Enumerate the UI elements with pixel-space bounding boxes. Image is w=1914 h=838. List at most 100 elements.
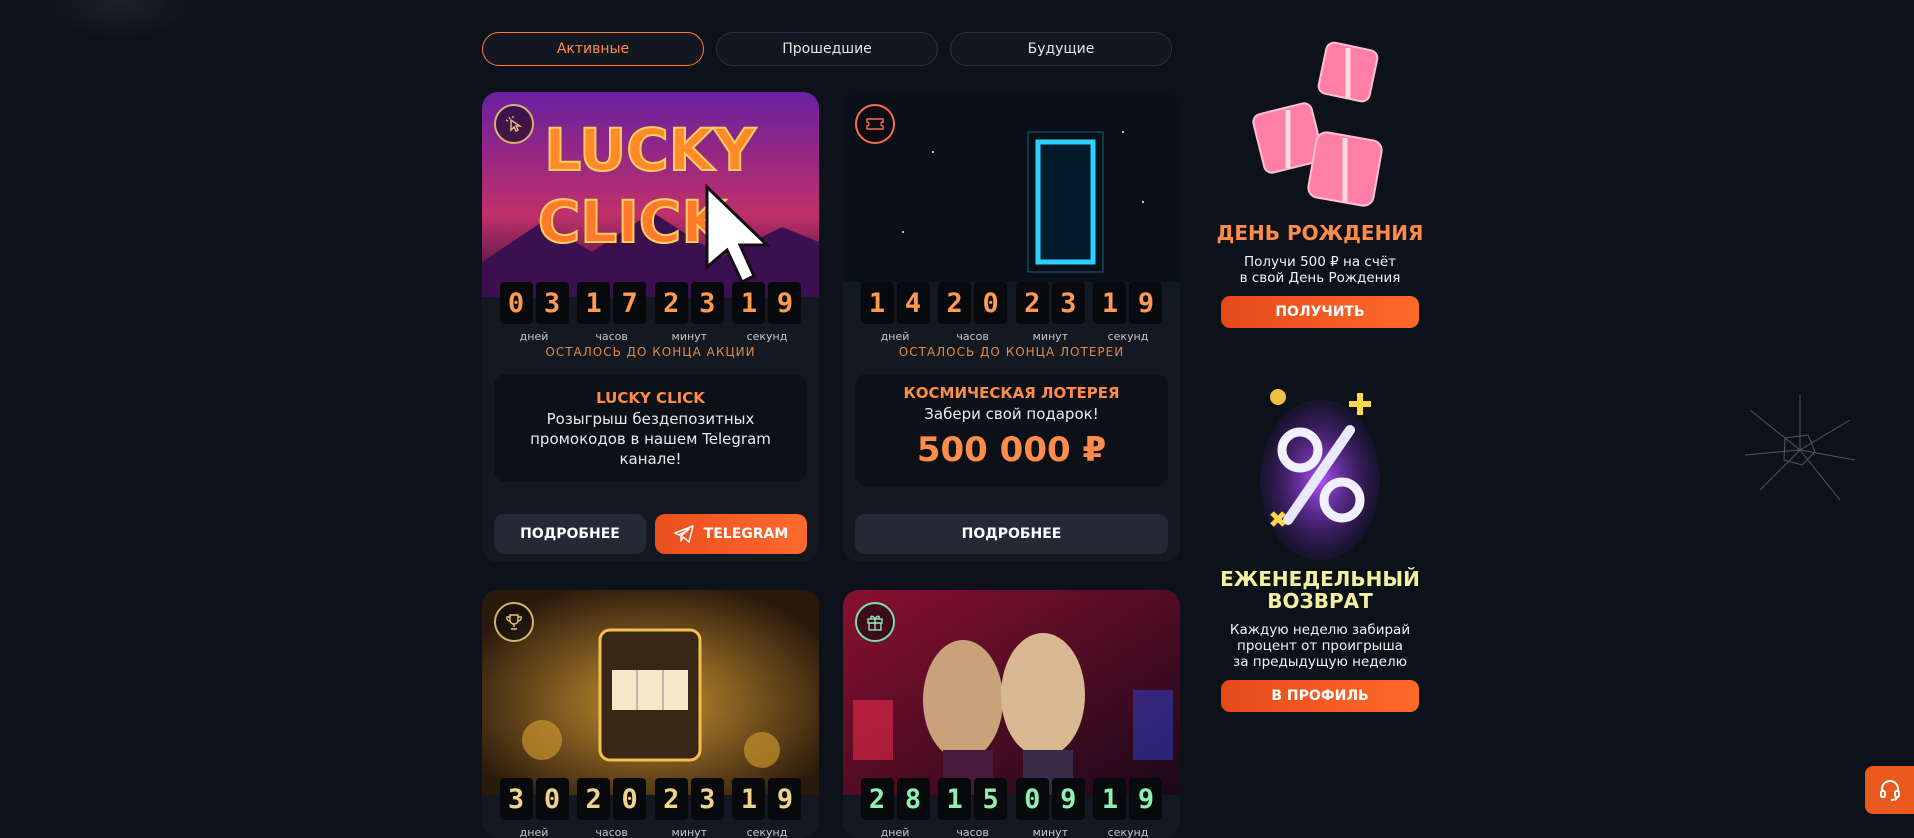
more-button[interactable]: ПОДРОБНЕЕ: [494, 514, 646, 554]
countdown-timer: 30 дней 20 часов 23 минут 19 секунд: [498, 778, 803, 838]
promo-card-llamas: 28 дней 15 часов 09 минут 19 секунд: [843, 590, 1180, 838]
timer-minutes-value-digit: 0: [1015, 778, 1049, 820]
to-profile-button[interactable]: В ПРОФИЛЬ: [1221, 680, 1419, 712]
headset-icon: [1879, 780, 1900, 801]
telegram-button-label: TELEGRAM: [703, 526, 789, 542]
timer-seconds: 19 секунд: [731, 282, 803, 343]
timer-hours-value-digit: 2: [938, 282, 972, 324]
promo-card-cosmic-lottery: 14 дней 20 часов 23 минут 19 секунд ОСТА…: [843, 92, 1180, 562]
timer-seconds-value-digit: 1: [732, 282, 766, 324]
pointer-click-icon: [494, 104, 534, 144]
timer-days-label: дней: [880, 330, 910, 343]
birthday-description: Получи 500 ₽ на счёт в свой День Рождени…: [1210, 254, 1430, 286]
timer-minutes-value-digit: 3: [690, 778, 724, 820]
percent-cashback-image: [1260, 389, 1380, 560]
timer-days: 30 дней: [498, 778, 570, 838]
timer-hours: 20 часов: [937, 282, 1009, 343]
timer-days-value-digit: 3: [499, 778, 533, 820]
background-glow: [40, 0, 200, 40]
timer-days: 28 дней: [859, 778, 931, 838]
timer-minutes-label: минут: [1032, 826, 1069, 838]
timer-minutes: 23 минут: [1014, 282, 1086, 343]
weekly-cashback-title: ЕЖЕНЕДЕЛЬНЫЙ ВОЗВРАТ: [1210, 568, 1430, 612]
tab-past[interactable]: Прошедшие: [716, 32, 938, 66]
timer-hours-value-digit: 0: [613, 778, 647, 820]
timer-minutes-value-digit: 2: [654, 778, 688, 820]
support-button[interactable]: [1865, 766, 1914, 814]
weekly-cashback-description: Каждую неделю забирай процент от проигры…: [1210, 622, 1430, 670]
birthday-description-line1: Получи 500 ₽ на счёт: [1244, 254, 1396, 270]
timer-seconds-label: секунд: [746, 330, 788, 343]
promo-description: Розыгрыш бездепозитных промокодов в наше…: [530, 410, 771, 468]
promo-info-box: КОСМИЧЕСКАЯ ЛОТЕРЕЯ Забери свой подарок!…: [855, 374, 1168, 486]
timer-days-value-digit: 4: [896, 282, 930, 324]
timer-minutes: 23 минут: [653, 282, 725, 343]
timer-hours: 17 часов: [576, 282, 648, 343]
timer-hours-value-digit: 5: [974, 778, 1008, 820]
timer-days-value-digit: 0: [535, 778, 569, 820]
timer-minutes-value-digit: 2: [654, 282, 688, 324]
timer-seconds-value-digit: 1: [1093, 282, 1127, 324]
timer-seconds-value-digit: 9: [768, 778, 802, 820]
timer-seconds-value-digit: 1: [732, 778, 766, 820]
weekly-cashback-description-line2: процент от проигрыша: [1237, 638, 1403, 654]
promo-title: КОСМИЧЕСКАЯ ЛОТЕРЕЯ: [903, 384, 1120, 402]
remaining-time-caption: ОСТАЛОСЬ ДО КОНЦА АКЦИИ: [545, 345, 756, 359]
prize-amount: 500 000 ₽: [916, 430, 1107, 470]
lucky-click-image-text-line1: LUCKY: [544, 116, 756, 184]
timer-hours-value-digit: 1: [577, 282, 611, 324]
timer-seconds-label: секунд: [746, 826, 788, 838]
birthday-description-line2: в свой День Рождения: [1239, 270, 1401, 286]
timer-minutes-label: минут: [671, 826, 708, 838]
tab-active[interactable]: Активные: [482, 32, 704, 66]
get-bonus-button[interactable]: ПОЛУЧИТЬ: [1221, 296, 1419, 328]
telegram-button[interactable]: TELEGRAM: [655, 514, 807, 554]
ticket-icon: [855, 104, 895, 144]
weekly-cashback-title-line1: ЕЖЕНЕДЕЛЬНЫЙ: [1220, 567, 1420, 591]
timer-hours: 20 часов: [576, 778, 648, 838]
timer-hours-value-digit: 2: [577, 778, 611, 820]
promo-buttons: ПОДРОБНЕЕ TELEGRAM: [494, 514, 807, 554]
weekly-cashback-description-line3: за предыдущую неделю: [1233, 654, 1407, 670]
timer-days-value-digit: 2: [860, 778, 894, 820]
timer-days-label: дней: [519, 330, 549, 343]
weekly-cashback-title-line2: ВОЗВРАТ: [1267, 589, 1373, 613]
timer-seconds: 19 секунд: [731, 778, 803, 838]
countdown-timer: 28 дней 15 часов 09 минут 19 секунд: [859, 778, 1164, 838]
timer-days: 14 дней: [859, 282, 931, 343]
timer-days-value-digit: 0: [499, 282, 533, 324]
telegram-icon: [673, 525, 694, 543]
gift-boxes-image: [1252, 41, 1383, 207]
event-tabs: Активные Прошедшие Будущие: [482, 32, 1172, 66]
gift-icon: [855, 602, 895, 642]
promo-card-lucky-click: LUCKY CLICK 03 дней 17 часов 23 минут 19…: [482, 92, 819, 562]
timer-seconds-value-digit: 1: [1093, 778, 1127, 820]
tab-future[interactable]: Будущие: [950, 32, 1172, 66]
timer-days-value-digit: 8: [896, 778, 930, 820]
timer-seconds-label: секунд: [1107, 330, 1149, 343]
timer-seconds-value-digit: 9: [768, 282, 802, 324]
timer-minutes-value-digit: 3: [1051, 282, 1085, 324]
glass-crack-decoration: [1744, 395, 1856, 501]
timer-minutes: 09 минут: [1014, 778, 1086, 838]
timer-hours: 15 часов: [937, 778, 1009, 838]
timer-minutes-label: минут: [671, 330, 708, 343]
more-button[interactable]: ПОДРОБНЕЕ: [855, 514, 1168, 554]
timer-days-value-digit: 3: [535, 282, 569, 324]
promo-card-slot-tournament: 30 дней 20 часов 23 минут 19 секунд: [482, 590, 819, 838]
timer-days-value-digit: 1: [860, 282, 894, 324]
timer-days: 03 дней: [498, 282, 570, 343]
countdown-timer: 14 дней 20 часов 23 минут 19 секунд: [859, 282, 1164, 343]
timer-seconds: 19 секунд: [1092, 282, 1164, 343]
promo-title: LUCKY CLICK: [596, 389, 705, 407]
timer-minutes-label: минут: [1032, 330, 1069, 343]
birthday-bonus-panel: ДЕНЬ РОЖДЕНИЯ Получи 500 ₽ на счёт в сво…: [1210, 36, 1430, 328]
weekly-cashback-panel: ЕЖЕНЕДЕЛЬНЫЙ ВОЗВРАТ Каждую неделю забир…: [1210, 385, 1430, 712]
timer-days-label: дней: [519, 826, 549, 838]
timer-seconds-label: секунд: [1107, 826, 1149, 838]
timer-seconds-value-digit: 9: [1129, 778, 1163, 820]
timer-hours-label: часов: [956, 330, 989, 343]
timer-minutes-value-digit: 2: [1015, 282, 1049, 324]
promo-info-box: LUCKY CLICK Розыгрыш бездепозитных промо…: [494, 374, 807, 482]
lucky-click-image-text-line2: CLICK: [538, 188, 729, 256]
